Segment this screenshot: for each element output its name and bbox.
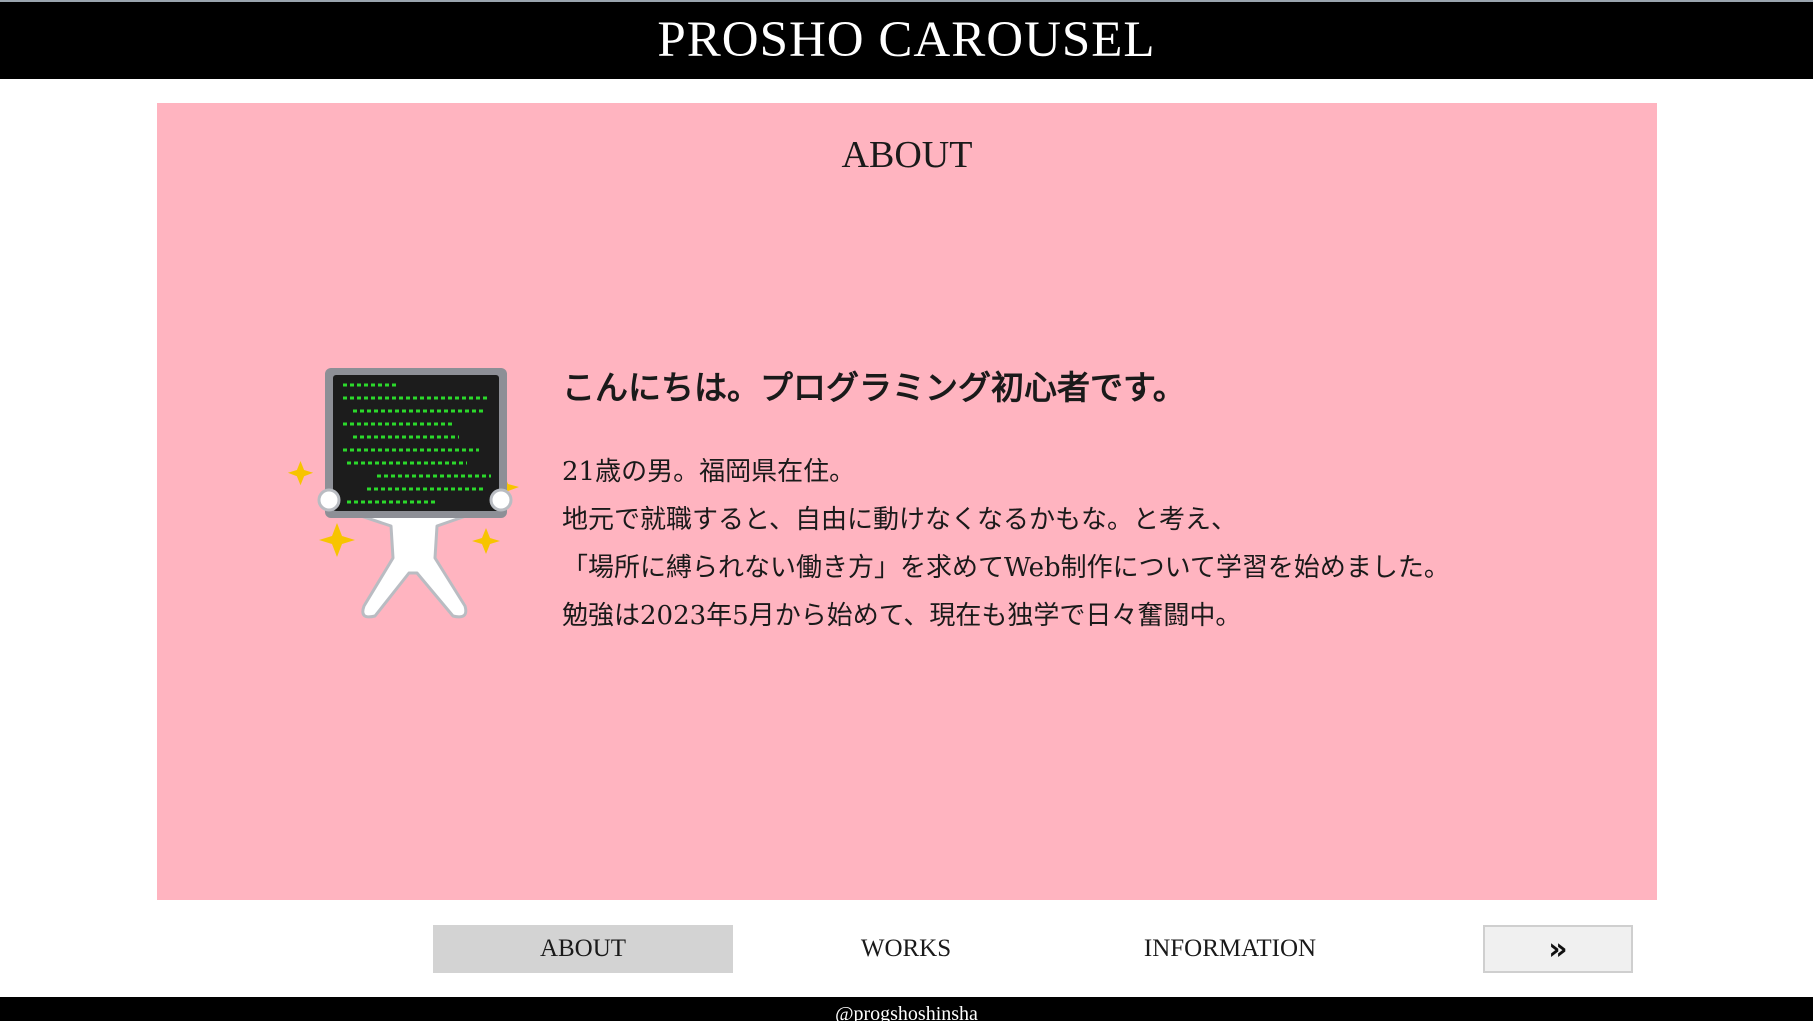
site-title: PROSHO CAROUSEL [657, 12, 1156, 68]
carousel-tabs: ABOUT WORKS INFORMATION » [0, 925, 1813, 973]
tab-information[interactable]: INFORMATION [1080, 925, 1380, 973]
programmer-monitor-icon [287, 358, 537, 628]
site-footer: @progshoshinsha [0, 997, 1813, 1021]
tab-works[interactable]: WORKS [756, 925, 1056, 973]
slide-heading: ABOUT [841, 134, 973, 176]
next-slide-button[interactable]: » [1483, 925, 1633, 973]
body-line-1: 21歳の男。福岡県在住。 [562, 456, 856, 487]
greeting-heading: こんにちは。プログラミング初心者です。 [562, 368, 1186, 407]
footer-handle: @progshoshinsha [835, 1003, 978, 1021]
body-line-4: 勉強は2023年5月から始めて、現在も独学で日々奮闘中。 [562, 600, 1242, 631]
body-line-2: 地元で就職すると、自由に動けなくなるかもな。と考え、 [562, 504, 1237, 535]
tab-about[interactable]: ABOUT [433, 925, 733, 973]
carousel-slide-about: ABOUT こんにちは。プログラミング初心者です。 21歳の男。福岡県在住。 地… [157, 103, 1657, 900]
about-text: こんにちは。プログラミング初心者です。 21歳の男。福岡県在住。 地元で就職する… [562, 368, 1622, 640]
body-line-3: 「場所に縛られない働き方」を求めてWeb制作について学習を始めました。 [562, 552, 1450, 583]
site-header: PROSHO CAROUSEL [0, 2, 1813, 79]
